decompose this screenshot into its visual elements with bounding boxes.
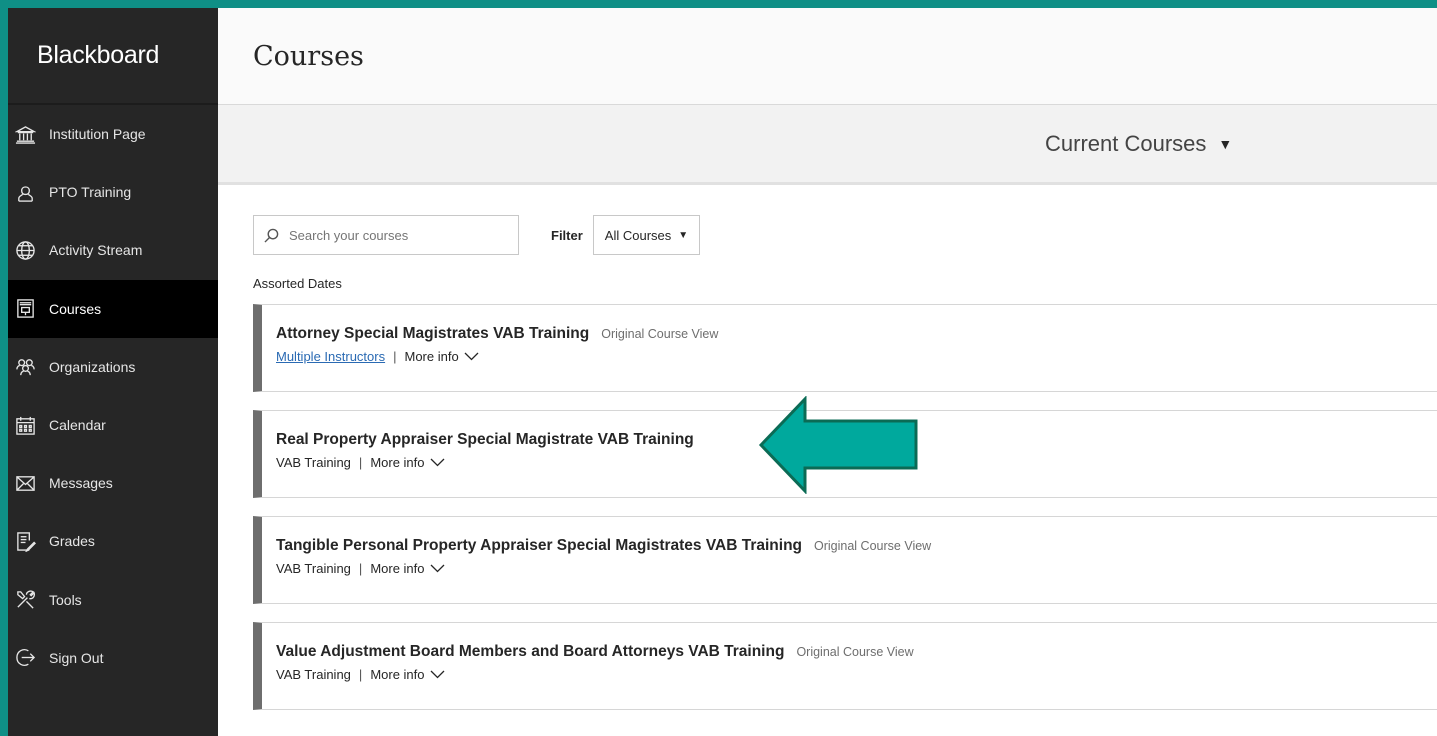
filter-bar: Filter All Courses ▼ <box>253 215 1437 255</box>
tools-icon <box>14 589 36 611</box>
more-info-label: More info <box>370 455 425 470</box>
course-view-label: Original Course View <box>814 539 932 553</box>
calendar-icon <box>14 414 36 436</box>
filter-select[interactable]: All Courses ▼ <box>592 215 701 255</box>
filter-select-value: All Courses <box>604 227 672 243</box>
chevron-down-icon <box>430 458 444 467</box>
course-card: Tangible Personal Property Appraiser Spe… <box>253 516 1437 604</box>
caret-down-icon: ▼ <box>678 229 689 241</box>
sign-out-icon <box>14 647 36 669</box>
courses-icon <box>14 298 36 320</box>
sidebar: Blackboard Institution Page PTO Training… <box>8 8 218 736</box>
course-view-label: Original Course View <box>601 327 719 341</box>
course-category: VAB Training <box>276 667 351 682</box>
course-view-label: Original Course View <box>796 645 914 659</box>
sidebar-item-institution-page[interactable]: Institution Page <box>8 105 218 163</box>
more-info-label: More info <box>370 561 425 576</box>
filter-label: Filter <box>551 227 583 243</box>
term-selector[interactable]: Current Courses ▼ <box>1045 131 1232 157</box>
separator: | <box>358 455 363 470</box>
course-card: Attorney Special Magistrates VAB Trainin… <box>253 304 1437 392</box>
user-icon <box>14 181 36 203</box>
separator: | <box>358 667 363 682</box>
sidebar-item-label: Organizations <box>49 358 136 375</box>
sidebar-item-tools[interactable]: Tools <box>8 571 218 629</box>
sidebar-item-label: Sign Out <box>49 649 104 666</box>
sidebar-item-activity-stream[interactable]: Activity Stream <box>8 221 218 279</box>
search-box[interactable] <box>253 215 519 255</box>
term-bar: Current Courses ▼ <box>218 105 1437 185</box>
course-title[interactable]: Real Property Appraiser Special Magistra… <box>276 431 694 449</box>
course-card: Value Adjustment Board Members and Board… <box>253 622 1437 710</box>
main-content: Courses Current Courses ▼ Filter All Cou… <box>218 8 1437 736</box>
chevron-down-icon <box>464 352 479 361</box>
organizations-icon <box>14 356 36 378</box>
sidebar-item-pto-training[interactable]: PTO Training <box>8 163 218 221</box>
caret-down-icon: ▼ <box>1218 135 1233 152</box>
grades-icon <box>14 530 36 552</box>
more-info-toggle[interactable]: More info <box>370 561 444 576</box>
search-icon <box>264 228 279 243</box>
more-info-toggle[interactable]: More info <box>404 349 479 364</box>
app-frame: Blackboard Institution Page PTO Training… <box>8 8 1437 736</box>
sidebar-item-messages[interactable]: Messages <box>8 454 218 512</box>
page-header: Courses <box>218 8 1437 105</box>
institution-icon <box>14 123 36 145</box>
course-title[interactable]: Value Adjustment Board Members and Board… <box>276 643 784 661</box>
brand-logo[interactable]: Blackboard <box>8 8 218 105</box>
sidebar-item-label: Tools <box>49 591 82 608</box>
chevron-down-icon <box>430 564 444 573</box>
sidebar-item-label: Institution Page <box>49 126 146 143</box>
course-title[interactable]: Attorney Special Magistrates VAB Trainin… <box>276 325 589 343</box>
sidebar-item-courses[interactable]: Courses <box>8 279 218 338</box>
globe-icon <box>14 239 36 261</box>
course-list: Attorney Special Magistrates VAB Trainin… <box>253 304 1437 710</box>
sidebar-item-label: Calendar <box>49 417 106 434</box>
sidebar-item-label: Activity Stream <box>49 242 143 259</box>
envelope-icon <box>14 472 36 494</box>
sidebar-item-label: PTO Training <box>49 184 132 201</box>
sidebar-item-sign-out[interactable]: Sign Out <box>8 629 218 687</box>
more-info-label: More info <box>404 349 459 364</box>
sidebar-item-calendar[interactable]: Calendar <box>8 396 218 454</box>
instructors-link[interactable]: Multiple Instructors <box>276 349 385 364</box>
sidebar-item-grades[interactable]: Grades <box>8 512 218 570</box>
chevron-down-icon <box>430 670 444 679</box>
sidebar-item-organizations[interactable]: Organizations <box>8 338 218 396</box>
sidebar-item-label: Courses <box>49 300 102 317</box>
more-info-toggle[interactable]: More info <box>370 667 444 682</box>
sidebar-item-label: Grades <box>49 533 95 550</box>
page-title: Courses <box>253 40 364 72</box>
more-info-label: More info <box>370 667 425 682</box>
sidebar-item-label: Messages <box>49 475 113 492</box>
separator: | <box>358 561 363 576</box>
term-label: Current Courses <box>1045 130 1207 156</box>
course-title[interactable]: Tangible Personal Property Appraiser Spe… <box>276 537 802 555</box>
section-label: Assorted Dates <box>253 276 342 291</box>
pointer-arrow <box>758 396 918 494</box>
course-category: VAB Training <box>276 561 351 576</box>
search-input[interactable] <box>289 227 489 243</box>
course-category: VAB Training <box>276 455 351 470</box>
separator: | <box>393 349 397 364</box>
more-info-toggle[interactable]: More info <box>370 455 444 470</box>
